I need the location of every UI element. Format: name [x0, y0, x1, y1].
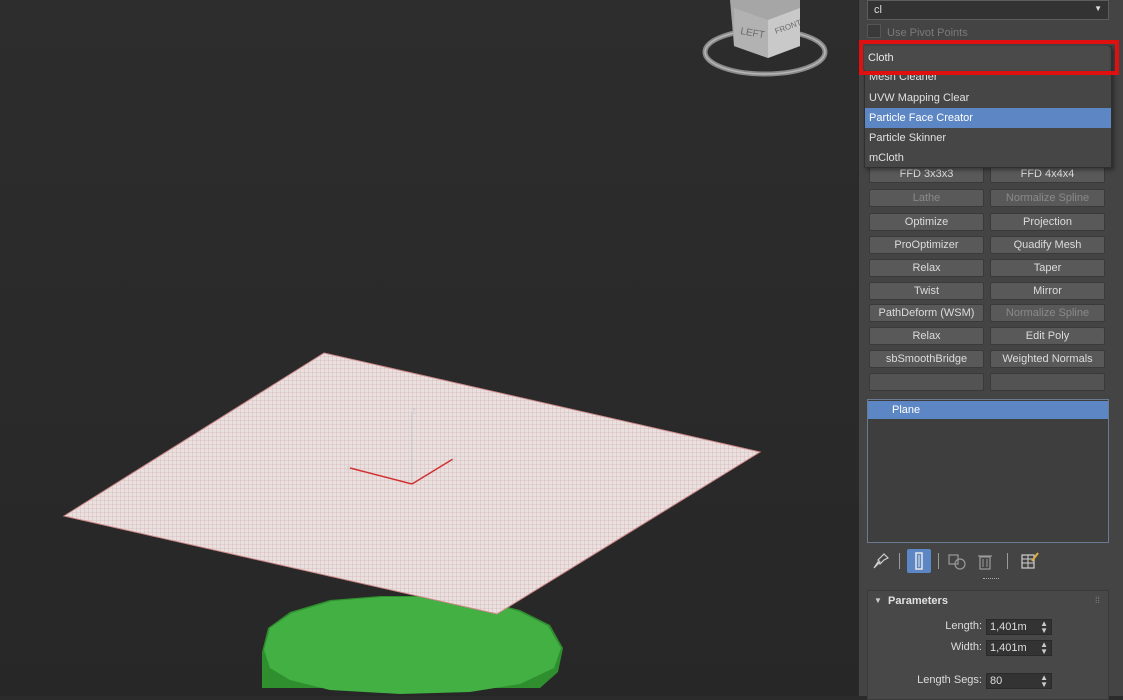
button-label: PathDeform (WSM) — [878, 307, 975, 319]
modifier-button[interactable]: ProOptimizer — [869, 236, 984, 254]
parameters-title[interactable]: Parameters — [888, 595, 948, 607]
drag-handle-icon[interactable]: ⁞⁞ — [1095, 595, 1100, 605]
gizmo-y-label: y — [451, 453, 456, 464]
modifier-button-empty[interactable] — [990, 373, 1105, 391]
viewport-scene: z x y LEFT FRONT — [62, 0, 828, 694]
dropdown-item-particle-skinner[interactable]: Particle Skinner — [865, 128, 1111, 148]
modifier-button[interactable]: Mirror — [990, 282, 1105, 300]
dropdown-item-label: Cloth — [868, 52, 894, 64]
modifier-button[interactable]: Optimize — [869, 213, 984, 231]
modifier-button[interactable]: Relax — [869, 259, 984, 277]
dropdown-item-label: UVW Mapping Clear — [869, 92, 970, 104]
stack-toolbar — [867, 549, 1112, 573]
dropdown-item-label: mCloth — [869, 152, 904, 164]
gizmo-x-label: x — [346, 463, 351, 474]
width-label: Width: — [950, 641, 982, 653]
modifier-button[interactable]: Edit Poly — [990, 327, 1105, 345]
length-value: 1,401m — [990, 621, 1027, 633]
dropdown-item-label: Mesh Cleaner — [869, 71, 938, 83]
button-label: Taper — [1033, 262, 1062, 274]
dropdown-item-mcloth[interactable]: mCloth — [865, 148, 1111, 168]
button-label: ProOptimizer — [894, 239, 959, 251]
button-label: sbSmoothBridge — [885, 353, 968, 365]
button-label: FFD 3x3x3 — [899, 168, 954, 180]
stack-item-label: Plane — [892, 404, 921, 416]
dropdown-item-mesh-cleaner[interactable]: Mesh Cleaner — [865, 67, 1111, 87]
button-label: Relax — [912, 262, 941, 274]
length-segs-spinner[interactable]: 80 ▲ ▼ — [986, 673, 1052, 689]
button-label: Normalize Spline — [1005, 192, 1090, 204]
green-cylinder[interactable] — [262, 596, 563, 694]
modifier-list-value: cl — [874, 4, 882, 16]
use-pivot-points-label: Use Pivot Points — [887, 27, 968, 39]
dropdown-item-uvw-mapping-clear[interactable]: UVW Mapping Clear — [865, 88, 1111, 108]
modifier-button[interactable]: Weighted Normals — [990, 350, 1105, 368]
length-label: Length: — [945, 620, 982, 632]
parameters-rollout: ▼ Parameters ⁞⁞ Length: 1,401m ▲ ▼ Width:… — [867, 590, 1109, 700]
spinner-arrows-icon[interactable]: ▲ ▼ — [1040, 641, 1048, 656]
width-spinner[interactable]: 1,401m ▲ ▼ — [986, 640, 1052, 656]
checkbox-icon[interactable] — [867, 24, 881, 38]
make-unique-icon[interactable] — [945, 549, 969, 573]
button-label: Weighted Normals — [1002, 353, 1093, 365]
button-label: Normalize Spline — [1005, 307, 1090, 319]
use-pivot-points[interactable]: Use Pivot Points — [867, 24, 968, 39]
collapse-triangle-icon[interactable]: ▼ — [874, 596, 882, 605]
modifier-button[interactable]: Projection — [990, 213, 1105, 231]
button-label: Quadify Mesh — [1013, 239, 1082, 251]
viewcube[interactable] — [702, 0, 828, 77]
button-label: Twist — [913, 285, 940, 297]
spinner-arrows-icon[interactable]: ▲ ▼ — [1040, 674, 1048, 689]
modifier-button[interactable]: Normalize Spline — [990, 189, 1105, 207]
button-label: Projection — [1023, 216, 1072, 228]
modifier-button[interactable]: Normalize Spline — [990, 304, 1105, 322]
modifier-button-empty[interactable] — [869, 373, 984, 391]
dropdown-item-cloth[interactable]: Cloth — [864, 46, 1109, 70]
modifier-button[interactable]: Taper — [990, 259, 1105, 277]
button-label: Mirror — [1033, 285, 1062, 297]
modifier-button[interactable]: Quadify Mesh — [990, 236, 1105, 254]
button-label: Lathe — [912, 192, 941, 204]
spinner-arrows-icon[interactable]: ▲ ▼ — [1040, 620, 1048, 635]
gizmo-z-label: z — [411, 406, 416, 417]
modifier-button[interactable]: sbSmoothBridge — [869, 350, 984, 368]
modifier-button[interactable]: PathDeform (WSM) — [869, 304, 984, 322]
stack-item-plane[interactable]: Plane — [868, 401, 1108, 419]
length-spinner[interactable]: 1,401m ▲ ▼ — [986, 619, 1052, 635]
modifier-button[interactable]: Lathe — [869, 189, 984, 207]
configure-modifier-sets-icon[interactable] — [1017, 549, 1041, 573]
length-segs-value: 80 — [990, 675, 1003, 687]
pin-stack-icon[interactable] — [869, 549, 893, 573]
panel-resize-grip[interactable] — [983, 578, 999, 582]
chevron-down-icon[interactable]: ▼ — [1094, 4, 1102, 13]
trash-icon[interactable] — [973, 549, 997, 573]
show-end-result-icon[interactable] — [907, 549, 931, 573]
width-value: 1,401m — [990, 642, 1027, 654]
modifier-list-combo[interactable]: cl ▼ — [867, 0, 1109, 20]
dropdown-item-label: Particle Skinner — [869, 132, 947, 144]
modifier-stack[interactable]: Plane — [867, 399, 1109, 543]
dropdown-item-label: Particle Face Creator — [869, 112, 973, 124]
modifier-button[interactable]: Relax — [869, 327, 984, 345]
button-label: Edit Poly — [1025, 330, 1070, 342]
button-label: FFD 4x4x4 — [1020, 168, 1075, 180]
length-segs-label: Length Segs: — [917, 674, 982, 686]
button-label: Relax — [912, 330, 941, 342]
perspective-viewport[interactable]: z x y LEFT FRONT — [0, 0, 858, 696]
dropdown-item-particle-face-creator[interactable]: Particle Face Creator — [865, 108, 1111, 128]
modifier-button[interactable]: Twist — [869, 282, 984, 300]
button-label: Optimize — [904, 216, 949, 228]
